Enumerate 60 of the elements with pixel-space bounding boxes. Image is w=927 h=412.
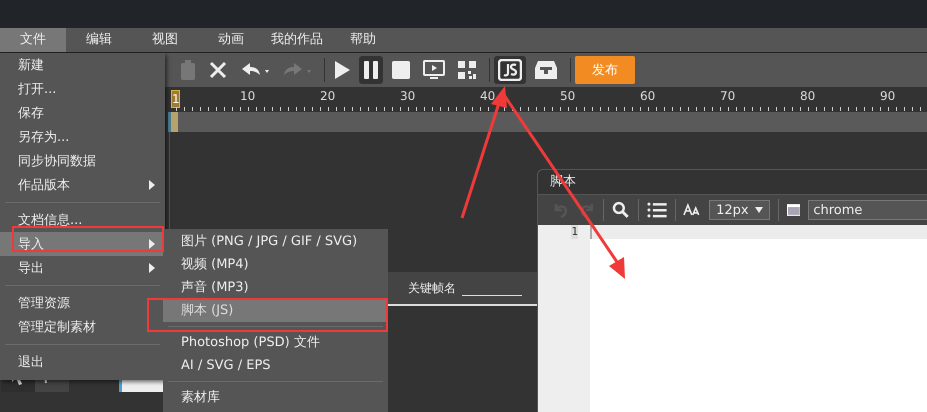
search-icon[interactable]: [612, 201, 630, 219]
menu-item[interactable]: 管理资源: [0, 291, 165, 315]
menu-item-label: 新建: [18, 57, 44, 74]
menu-item-label: 导出: [18, 260, 44, 277]
pause-icon[interactable]: [359, 56, 383, 84]
menu-item[interactable]: 视频 (MP4): [163, 253, 388, 276]
menu-item[interactable]: 另存为...: [0, 125, 165, 149]
menu-item[interactable]: 编辑: [66, 28, 132, 52]
menu-item[interactable]: 帮助: [330, 28, 396, 52]
font-size-icon[interactable]: [683, 203, 702, 217]
js-icon[interactable]: [494, 56, 526, 84]
ruler-label: 20: [320, 89, 336, 103]
menu-item[interactable]: 素材库: [163, 386, 388, 409]
menu-item[interactable]: 脚本 (JS): [163, 299, 388, 322]
menu-item[interactable]: 保存: [0, 101, 165, 125]
font-size-select[interactable]: 12px: [709, 200, 770, 220]
menu-item[interactable]: AI / SVG / EPS: [163, 354, 388, 377]
menu-item[interactable]: 视图: [132, 28, 198, 52]
ruler-label: 50: [560, 89, 576, 103]
caret-icon: [754, 207, 763, 213]
ruler-label: 10: [240, 89, 256, 103]
list-icon[interactable]: [646, 202, 666, 218]
code-editor[interactable]: 1: [538, 225, 927, 412]
menu-item[interactable]: 图片 (PNG / JPG / GIF / SVG): [163, 230, 388, 253]
line-number: 1: [571, 225, 578, 239]
menu-item[interactable]: 新建: [0, 53, 165, 77]
menu-item[interactable]: 我的作品: [264, 28, 330, 52]
menu-item[interactable]: 导出: [0, 256, 165, 280]
menu-item[interactable]: 文件: [0, 28, 66, 52]
menu-item-label: 文档信息...: [18, 212, 82, 229]
menu-item-label: 管理资源: [18, 295, 70, 312]
ruler-label: 70: [720, 89, 736, 103]
menu-item[interactable]: 文档信息...: [0, 208, 165, 232]
menu-item-label: 退出: [18, 354, 44, 371]
menu-item-label: 作品版本: [18, 177, 70, 194]
menu-item[interactable]: 动画: [198, 28, 264, 52]
menu-item-label: 另存为...: [18, 129, 70, 146]
menu-item[interactable]: 同步协同数据: [0, 149, 165, 173]
ruler-label: 80: [800, 89, 816, 103]
menu-item-label: 保存: [18, 105, 44, 122]
ruler-label: 90: [880, 89, 896, 103]
menu-item[interactable]: Photoshop (PSD) 文件: [163, 331, 388, 354]
menu-item[interactable]: 管理定制素材: [0, 315, 165, 339]
menu-item[interactable]: 退出: [0, 350, 165, 374]
theme-select[interactable]: chrome: [808, 200, 927, 220]
keyframe-name-label: 关键帧名: [408, 280, 456, 296]
ruler-label: 30: [400, 89, 416, 103]
menu-item-label: 管理定制素材: [18, 319, 96, 336]
menu-item-label: 导入: [18, 236, 44, 253]
menu-item[interactable]: 打开...: [0, 77, 165, 101]
menu-item[interactable]: 声音 (MP3): [163, 276, 388, 299]
menu-item[interactable]: 导入: [0, 232, 165, 256]
menu-item-label: 打开...: [18, 81, 56, 98]
ruler-label: 60: [640, 89, 656, 103]
current-frame-marker[interactable]: 1: [171, 90, 180, 108]
ruler-label: 40: [480, 89, 496, 103]
color-swatch-icon[interactable]: [786, 204, 800, 216]
menu-item[interactable]: 作品版本: [0, 173, 165, 197]
menu-item-label: 同步协同数据: [18, 153, 96, 170]
redo-icon[interactable]: [578, 201, 596, 219]
